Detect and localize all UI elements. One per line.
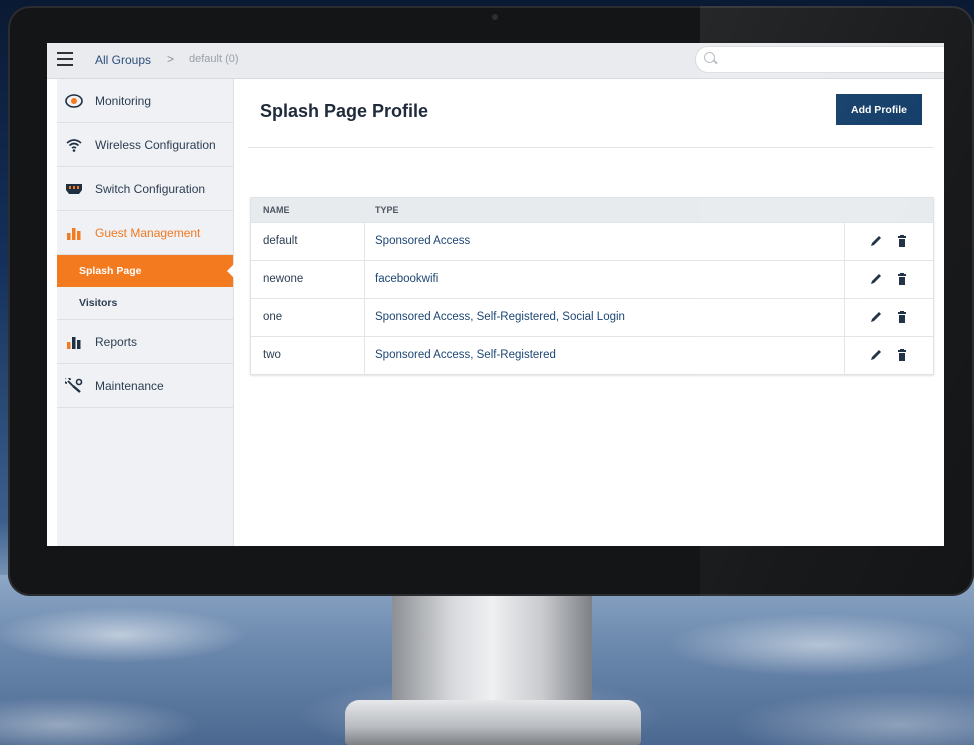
row-name: one <box>263 311 283 323</box>
sidebar-subitem-label: Visitors <box>79 297 118 309</box>
bar-chart-icon <box>67 228 81 240</box>
row-name: newone <box>263 273 304 285</box>
table-row[interactable]: default Sponsored Access <box>251 222 933 260</box>
row-name: default <box>263 235 298 247</box>
sidebar-item-label: Wireless Configuration <box>95 138 216 152</box>
edit-pencil-icon[interactable] <box>869 234 883 248</box>
sidebar-item-label: Reports <box>95 335 138 349</box>
breadcrumb-all-groups[interactable]: All Groups <box>95 53 151 67</box>
eye-icon <box>65 94 83 108</box>
table-header: NAME TYPE <box>251 198 933 222</box>
sidebar-item-label: Switch Configuration <box>95 182 206 196</box>
column-header-type[interactable]: TYPE <box>375 205 399 215</box>
edit-pencil-icon[interactable] <box>869 272 883 286</box>
profiles-table: NAME TYPE default Sponsored Access newon… <box>250 197 934 375</box>
search-input[interactable] <box>720 50 939 69</box>
sidebar-item-label: Monitoring <box>95 94 152 108</box>
sidebar-item-label: Guest Management <box>95 226 201 240</box>
row-type: Sponsored Access, Self-Registered, Socia… <box>375 311 625 323</box>
wifi-icon <box>66 139 82 152</box>
app-screen: All Groups > default (0) Monitoring Wire… <box>47 43 944 546</box>
table-row[interactable]: newone facebookwifi <box>251 260 933 298</box>
main-content: Splash Page Profile Add Profile NAME TYP… <box>234 79 944 546</box>
bar-chart-icon <box>67 337 81 349</box>
camera-dot <box>492 14 498 20</box>
switch-icon <box>66 184 82 194</box>
breadcrumb-current-group[interactable]: default (0) <box>189 53 239 65</box>
sidebar-item-label: Maintenance <box>95 379 164 393</box>
sidebar: Monitoring Wireless Configuration Switch… <box>57 79 234 546</box>
edit-pencil-icon[interactable] <box>869 348 883 362</box>
row-type: Sponsored Access, Self-Registered <box>375 349 556 361</box>
sidebar-item-monitoring[interactable]: Monitoring <box>57 79 233 123</box>
column-header-name[interactable]: NAME <box>263 205 290 215</box>
trash-icon[interactable] <box>895 272 909 286</box>
hamburger-menu-icon[interactable] <box>57 52 73 66</box>
sidebar-item-maintenance[interactable]: Maintenance <box>57 364 233 408</box>
row-type: Sponsored Access <box>375 235 471 247</box>
trash-icon[interactable] <box>895 310 909 324</box>
sidebar-item-reports[interactable]: Reports <box>57 320 233 364</box>
sidebar-item-wireless-configuration[interactable]: Wireless Configuration <box>57 123 233 167</box>
add-profile-button[interactable]: Add Profile <box>836 94 922 125</box>
search-icon <box>704 52 715 63</box>
page-title: Splash Page Profile <box>260 101 429 121</box>
breadcrumb-separator: > <box>167 52 175 66</box>
table-row[interactable]: two Sponsored Access, Self-Registered <box>251 336 933 374</box>
monitor-base <box>345 700 641 745</box>
table-row[interactable]: one Sponsored Access, Self-Registered, S… <box>251 298 933 336</box>
trash-icon[interactable] <box>895 348 909 362</box>
monitor-stand <box>392 596 592 706</box>
trash-icon[interactable] <box>895 234 909 248</box>
search-box[interactable] <box>695 46 944 73</box>
sidebar-item-switch-configuration[interactable]: Switch Configuration <box>57 167 233 211</box>
edit-pencil-icon[interactable] <box>869 310 883 324</box>
sidebar-item-guest-management[interactable]: Guest Management <box>57 211 233 255</box>
top-bar: All Groups > default (0) <box>47 43 944 79</box>
sidebar-subitem-label: Splash Page <box>79 265 142 277</box>
sidebar-subitem-splash-page[interactable]: Splash Page <box>57 255 234 287</box>
divider <box>248 147 934 148</box>
sidebar-subitem-visitors[interactable]: Visitors <box>57 287 233 320</box>
wrench-icon <box>65 378 83 393</box>
row-type: facebookwifi <box>375 273 439 285</box>
row-name: two <box>263 349 281 361</box>
